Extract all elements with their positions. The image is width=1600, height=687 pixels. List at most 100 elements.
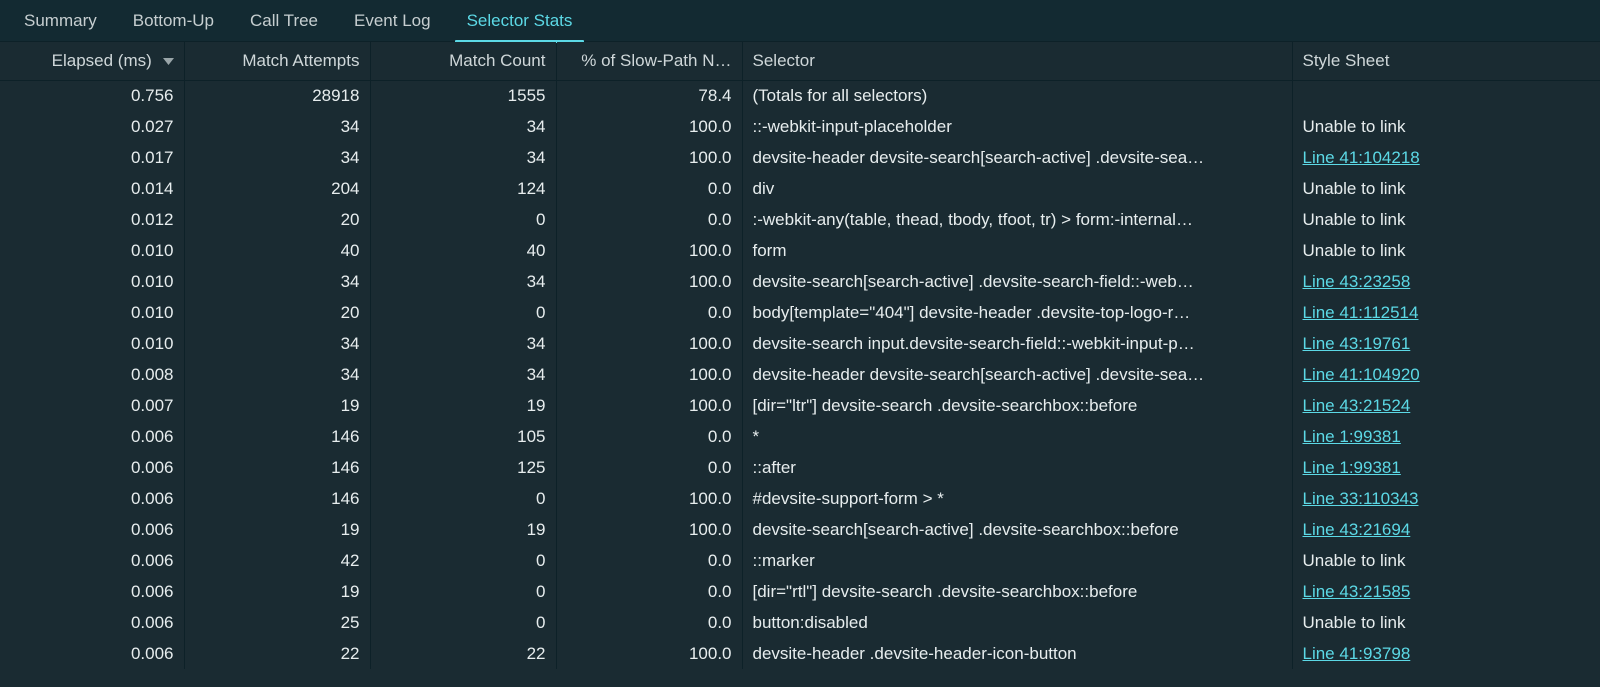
stylesheet-text: Unable to link: [1303, 551, 1406, 570]
table-row[interactable]: 0.0103434100.0devsite-search input.devsi…: [0, 328, 1600, 359]
cell-attempts: 20: [184, 204, 370, 235]
stylesheet-link[interactable]: Line 41:93798: [1303, 644, 1411, 663]
stylesheet-link[interactable]: Line 41:104920: [1303, 365, 1420, 384]
cell-attempts: 42: [184, 545, 370, 576]
col-header-label: Match Attempts: [242, 51, 359, 70]
table-row[interactable]: 0.0104040100.0formUnable to link: [0, 235, 1600, 266]
stylesheet-link[interactable]: Line 1:99381: [1303, 427, 1401, 446]
tab-label: Call Tree: [250, 11, 318, 30]
cell-elapsed: 0.008: [0, 359, 184, 390]
cell-slow: 100.0: [556, 266, 742, 297]
table-row[interactable]: 0.75628918155578.4(Totals for all select…: [0, 80, 1600, 111]
table-row[interactable]: 0.0142041240.0divUnable to link: [0, 173, 1600, 204]
cell-count: 34: [370, 111, 556, 142]
stylesheet-link[interactable]: Line 41:112514: [1303, 303, 1419, 322]
cell-slow: 0.0: [556, 576, 742, 607]
table-row[interactable]: 0.0061900.0[dir="rtl"] devsite-search .d…: [0, 576, 1600, 607]
cell-slow: 0.0: [556, 173, 742, 204]
stylesheet-text: Unable to link: [1303, 117, 1406, 136]
col-header-elapsed[interactable]: Elapsed (ms): [0, 42, 184, 80]
table-row[interactable]: 0.0062222100.0devsite-header .devsite-he…: [0, 638, 1600, 669]
col-header-attempts[interactable]: Match Attempts: [184, 42, 370, 80]
cell-stylesheet: Unable to link: [1292, 204, 1600, 235]
cell-count: 124: [370, 173, 556, 204]
stylesheet-link[interactable]: Line 43:21585: [1303, 582, 1411, 601]
stylesheet-link[interactable]: Line 1:99381: [1303, 458, 1401, 477]
tab-summary[interactable]: Summary: [6, 0, 115, 42]
table-row[interactable]: 0.0173434100.0devsite-header devsite-sea…: [0, 142, 1600, 173]
cell-count: 1555: [370, 80, 556, 111]
stylesheet-link[interactable]: Line 41:104218: [1303, 148, 1420, 167]
cell-count: 34: [370, 328, 556, 359]
cell-attempts: 146: [184, 483, 370, 514]
cell-count: 19: [370, 514, 556, 545]
table-row[interactable]: 0.0061919100.0devsite-search[search-acti…: [0, 514, 1600, 545]
cell-attempts: 19: [184, 576, 370, 607]
stylesheet-link[interactable]: Line 43:23258: [1303, 272, 1411, 291]
cell-elapsed: 0.006: [0, 452, 184, 483]
tab-bottomup[interactable]: Bottom-Up: [115, 0, 232, 42]
cell-elapsed: 0.027: [0, 111, 184, 142]
cell-selector: [dir="rtl"] devsite-search .devsite-sear…: [742, 576, 1292, 607]
cell-count: 0: [370, 545, 556, 576]
cell-attempts: 19: [184, 390, 370, 421]
cell-slow: 100.0: [556, 111, 742, 142]
cell-selector: devsite-header .devsite-header-icon-butt…: [742, 638, 1292, 669]
cell-selector: ::marker: [742, 545, 1292, 576]
stylesheet-link[interactable]: Line 43:19761: [1303, 334, 1411, 353]
cell-selector: devsite-search[search-active] .devsite-s…: [742, 514, 1292, 545]
cell-count: 0: [370, 204, 556, 235]
table-row[interactable]: 0.0122000.0:-webkit-any(table, thead, tb…: [0, 204, 1600, 235]
cell-stylesheet: [1292, 80, 1600, 111]
tab-selstats[interactable]: Selector Stats: [449, 0, 591, 42]
col-header-slow[interactable]: % of Slow-Path N…: [556, 42, 742, 80]
cell-elapsed: 0.756: [0, 80, 184, 111]
cell-selector: devsite-search[search-active] .devsite-s…: [742, 266, 1292, 297]
cell-elapsed: 0.010: [0, 297, 184, 328]
cell-attempts: 34: [184, 111, 370, 142]
cell-selector: ::-webkit-input-placeholder: [742, 111, 1292, 142]
cell-attempts: 40: [184, 235, 370, 266]
cell-elapsed: 0.006: [0, 545, 184, 576]
cell-slow: 100.0: [556, 390, 742, 421]
cell-slow: 100.0: [556, 483, 742, 514]
table-row[interactable]: 0.0064200.0::markerUnable to link: [0, 545, 1600, 576]
tab-label: Bottom-Up: [133, 11, 214, 30]
tab-eventlog[interactable]: Event Log: [336, 0, 449, 42]
stylesheet-link[interactable]: Line 43:21524: [1303, 396, 1411, 415]
cell-slow: 100.0: [556, 359, 742, 390]
cell-stylesheet: Line 43:19761: [1292, 328, 1600, 359]
cell-count: 34: [370, 142, 556, 173]
cell-elapsed: 0.010: [0, 235, 184, 266]
cell-stylesheet: Unable to link: [1292, 607, 1600, 638]
table-row[interactable]: 0.0061460100.0#devsite-support-form > *L…: [0, 483, 1600, 514]
col-header-count[interactable]: Match Count: [370, 42, 556, 80]
col-header-selector[interactable]: Selector: [742, 42, 1292, 80]
tab-label: Selector Stats: [467, 11, 573, 30]
cell-slow: 100.0: [556, 328, 742, 359]
cell-slow: 0.0: [556, 297, 742, 328]
stylesheet-text: Unable to link: [1303, 210, 1406, 229]
cell-stylesheet: Line 1:99381: [1292, 421, 1600, 452]
table-row[interactable]: 0.0102000.0body[template="404"] devsite-…: [0, 297, 1600, 328]
cell-count: 0: [370, 576, 556, 607]
table-row[interactable]: 0.0062500.0button:disabledUnable to link: [0, 607, 1600, 638]
table-row[interactable]: 0.0071919100.0[dir="ltr"] devsite-search…: [0, 390, 1600, 421]
table-row[interactable]: 0.0273434100.0::-webkit-input-placeholde…: [0, 111, 1600, 142]
cell-attempts: 19: [184, 514, 370, 545]
cell-stylesheet: Unable to link: [1292, 173, 1600, 204]
cell-stylesheet: Line 41:104218: [1292, 142, 1600, 173]
cell-slow: 0.0: [556, 607, 742, 638]
col-header-sheet[interactable]: Style Sheet: [1292, 42, 1600, 80]
table-row[interactable]: 0.0061461250.0::afterLine 1:99381: [0, 452, 1600, 483]
table-row[interactable]: 0.0103434100.0devsite-search[search-acti…: [0, 266, 1600, 297]
cell-selector: devsite-header devsite-search[search-act…: [742, 359, 1292, 390]
tab-calltree[interactable]: Call Tree: [232, 0, 336, 42]
stylesheet-link[interactable]: Line 33:110343: [1303, 489, 1419, 508]
cell-attempts: 146: [184, 452, 370, 483]
cell-stylesheet: Line 43:21524: [1292, 390, 1600, 421]
stylesheet-link[interactable]: Line 43:21694: [1303, 520, 1411, 539]
table-row[interactable]: 0.0083434100.0devsite-header devsite-sea…: [0, 359, 1600, 390]
cell-stylesheet: Line 41:112514: [1292, 297, 1600, 328]
table-row[interactable]: 0.0061461050.0*Line 1:99381: [0, 421, 1600, 452]
